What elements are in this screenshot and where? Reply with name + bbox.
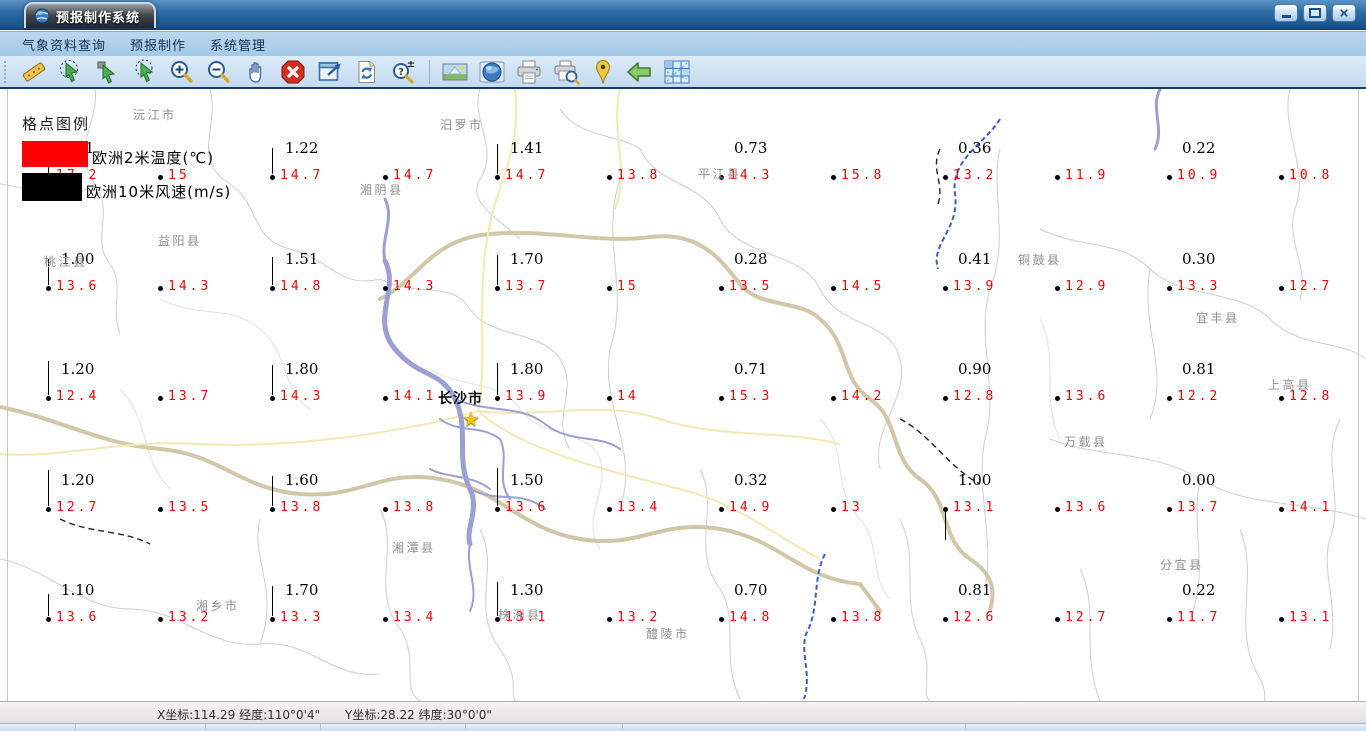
select-arrow-button[interactable]: [93, 58, 123, 86]
identify-query-icon: ? ±: [393, 59, 415, 84]
status-x-coordinate: X坐标:114.29 经度:110°0'4": [157, 708, 321, 722]
minimize-button[interactable]: [1274, 4, 1298, 22]
world-globe-icon: [479, 61, 505, 82]
view-image-button[interactable]: [440, 58, 470, 86]
print-icon: [517, 60, 541, 83]
minimize-icon: [1281, 15, 1291, 18]
toolbar-grip[interactable]: [4, 60, 9, 83]
district-label: 万载县: [1064, 435, 1108, 449]
grid-legend: 格点图例 欧洲2米温度(℃) 欧洲10米风速(m/s): [14, 113, 274, 233]
cancel-stop-button[interactable]: [278, 58, 308, 86]
select-area-button[interactable]: [130, 58, 160, 86]
svg-text:?: ?: [398, 67, 404, 78]
status-y-coordinate: Y坐标:28.22 纬度:30°0'0": [345, 708, 492, 722]
district-label: 益阳县: [158, 234, 202, 248]
close-icon: ×: [1339, 4, 1349, 22]
refresh-view-button[interactable]: [352, 58, 382, 86]
select-features-button[interactable]: [56, 58, 86, 86]
bottom-strip: [0, 723, 1366, 731]
close-button[interactable]: ×: [1332, 4, 1356, 22]
measure-ruler-icon: [22, 62, 46, 81]
menu-bar: 气象资料查询 预报制作 系统管理: [0, 31, 1366, 56]
zoom-out-button[interactable]: [204, 58, 234, 86]
print-button[interactable]: [514, 58, 544, 86]
district-label: 桃江县: [44, 255, 88, 269]
print-preview-icon: [554, 60, 580, 85]
zoom-in-button[interactable]: [167, 58, 197, 86]
map-canvas[interactable]: 17.20.611514.71.2214.714.71.4113.814.30.…: [0, 89, 1366, 701]
restore-icon: [1309, 8, 1321, 18]
legend-label-windspeed: 欧洲10米风速(m/s): [86, 183, 232, 201]
placemark-pin-icon: [595, 59, 611, 84]
district-label: 湘潭县: [392, 541, 436, 555]
pan-hand-button[interactable]: [241, 58, 271, 86]
map-border-right: [1358, 89, 1359, 701]
restore-button[interactable]: [1303, 4, 1327, 22]
grid-tiles-button[interactable]: [662, 58, 692, 86]
select-arrow-icon: [97, 61, 116, 84]
identify-query-button[interactable]: ? ±: [389, 58, 419, 86]
district-label: 宜丰县: [1196, 311, 1240, 325]
zoom-out-icon: [208, 60, 230, 83]
world-globe-button[interactable]: [477, 58, 507, 86]
full-extent-button[interactable]: [315, 58, 345, 86]
app-title-tab[interactable]: 预报制作系统: [24, 2, 157, 28]
app-window: 预报制作系统 × 气象资料查询 预报制作 系统管理 ? ± 15 14.7 1.…: [0, 0, 1366, 731]
district-label: 醴陵市: [646, 627, 690, 641]
toolbar-separator: [429, 59, 430, 84]
map-border-left: [7, 89, 8, 701]
legend-swatch-windspeed: [22, 173, 82, 201]
globe-logo-icon: [34, 8, 50, 24]
district-label: 分宜县: [1160, 558, 1204, 572]
pan-hand-icon: [249, 61, 262, 83]
go-back-button[interactable]: [625, 58, 655, 86]
grid-tiles-icon: [664, 60, 690, 83]
legend-swatch-temperature: [22, 141, 88, 167]
district-label: 平江县: [698, 167, 742, 181]
measure-ruler-button[interactable]: [19, 58, 49, 86]
select-features-icon: [60, 59, 79, 82]
view-image-icon: [442, 63, 468, 80]
city-label: 长沙市: [438, 391, 483, 407]
window-controls: ×: [1274, 4, 1356, 22]
cancel-stop-icon: [281, 60, 305, 83]
go-back-icon: [627, 61, 651, 82]
legend-label-temperature: 欧洲2米温度(℃): [92, 149, 215, 167]
window-title: 预报制作系统: [56, 10, 141, 26]
select-area-icon: [135, 59, 154, 82]
city-star-icon: ★: [462, 407, 480, 431]
print-preview-button[interactable]: [551, 58, 581, 86]
menu-system-management[interactable]: 系统管理: [198, 32, 278, 57]
placemark-pin-button[interactable]: [588, 58, 618, 86]
status-bar: X坐标:114.29 经度:110°0'4" Y坐标:28.22 纬度:30°0…: [0, 701, 1366, 723]
district-label: 上高县: [1268, 378, 1312, 392]
district-label: 株洲县: [498, 608, 542, 622]
district-label: 湘阴县: [360, 183, 404, 197]
menu-weather-data-query[interactable]: 气象资料查询: [10, 32, 118, 57]
district-label: 铜鼓县: [1018, 253, 1062, 267]
menu-forecast-production[interactable]: 预报制作: [118, 32, 198, 57]
svg-text:±: ±: [407, 59, 415, 70]
legend-title: 格点图例: [22, 115, 91, 133]
zoom-in-icon: [171, 60, 193, 83]
toolbar: ? ±: [0, 56, 1366, 89]
title-bar: 预报制作系统 ×: [0, 0, 1366, 30]
full-extent-icon: [318, 61, 341, 81]
district-label: 汨罗市: [440, 118, 484, 132]
district-label: 湘乡市: [196, 599, 240, 613]
refresh-view-icon: [358, 60, 375, 83]
